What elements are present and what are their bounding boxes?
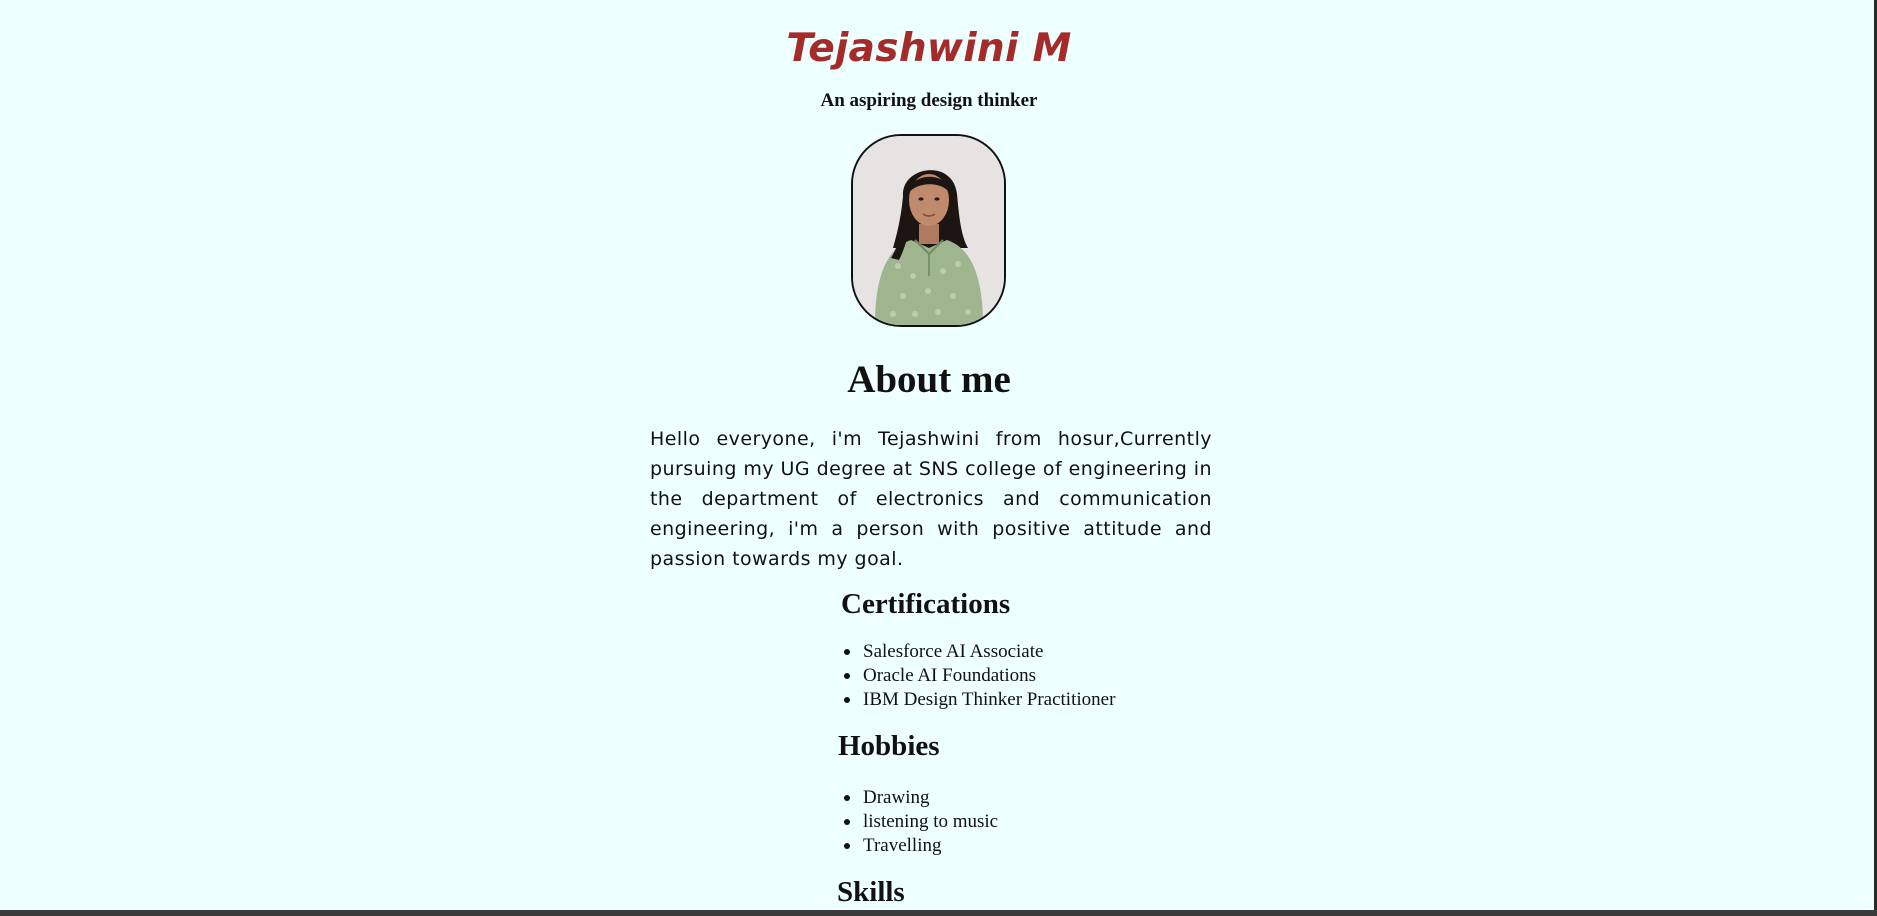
window-bottom-border bbox=[0, 910, 1877, 916]
portrait-illustration bbox=[853, 136, 1004, 325]
page-title: Tejashwini M bbox=[786, 26, 1072, 71]
list-item: Drawing bbox=[841, 786, 998, 810]
skills-heading: Skills bbox=[837, 876, 905, 908]
list-item: Oracle AI Foundations bbox=[841, 664, 1115, 688]
hobbies-list: Drawing listening to music Travelling bbox=[841, 786, 998, 858]
list-item: Travelling bbox=[841, 834, 998, 858]
portfolio-page: Tejashwini M An aspiring design thinker bbox=[0, 0, 1877, 910]
tagline: An aspiring design thinker bbox=[820, 90, 1038, 111]
hobbies-heading: Hobbies bbox=[838, 730, 940, 762]
certifications-list: Salesforce AI Associate Oracle AI Founda… bbox=[841, 640, 1115, 712]
about-heading: About me bbox=[847, 358, 1011, 401]
profile-photo bbox=[851, 134, 1006, 327]
list-item: listening to music bbox=[841, 810, 998, 834]
about-paragraph: Hello everyone, i'm Tejashwini from hosu… bbox=[650, 428, 1212, 570]
list-item: Salesforce AI Associate bbox=[841, 640, 1115, 664]
certifications-heading: Certifications bbox=[841, 588, 1011, 620]
list-item: IBM Design Thinker Practitioner bbox=[841, 688, 1115, 712]
